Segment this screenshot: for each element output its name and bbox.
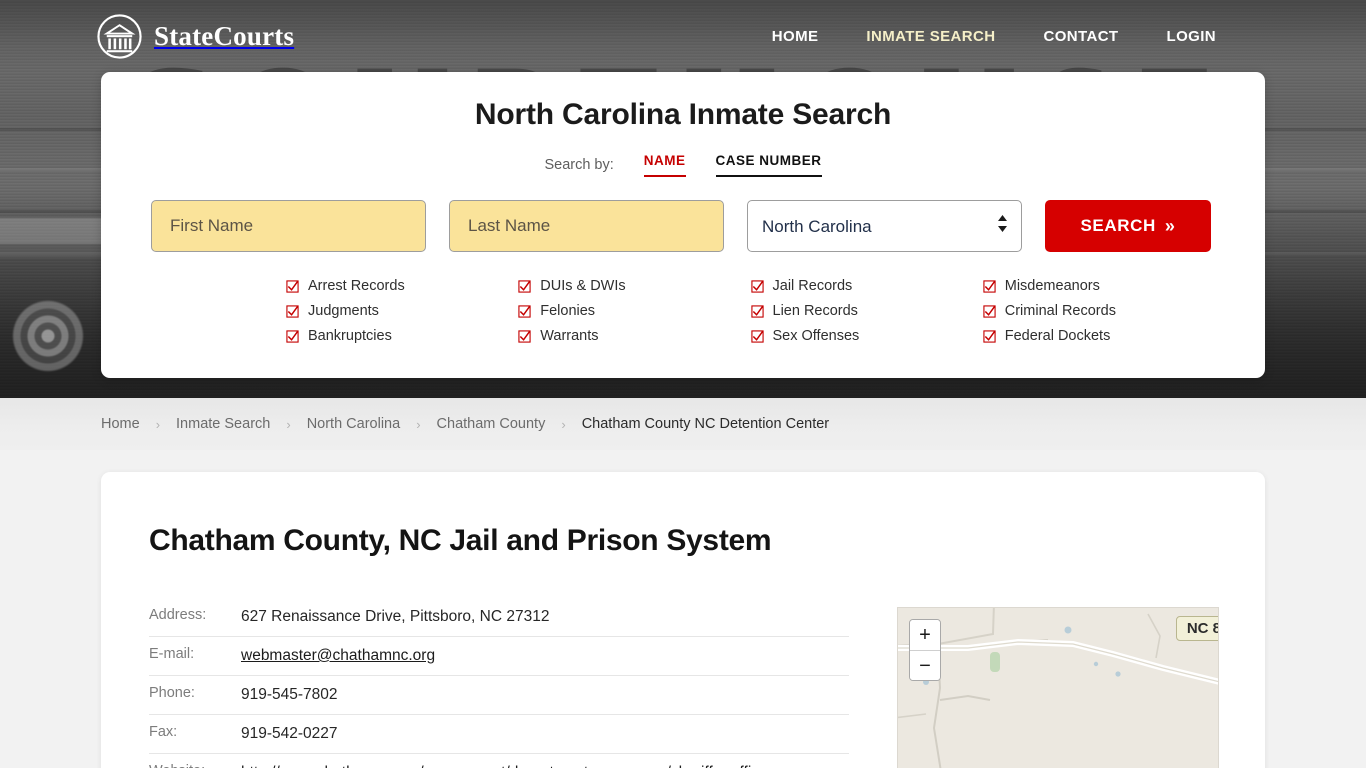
record-type-item[interactable]: Sex Offenses [750,328,983,344]
breadcrumb-separator-icon: › [286,416,291,432]
record-type-label: Criminal Records [1004,303,1116,319]
detail-row-address: Address: 627 Renaissance Drive, Pittsbor… [149,607,849,636]
nav-item-login[interactable]: LOGIN [1167,28,1217,45]
first-name-input[interactable] [151,200,426,252]
detail-row-website: Website: http://www.chathamnc.org/govern… [149,752,849,768]
breadcrumb-separator-icon: › [416,416,421,432]
search-button-label: SEARCH [1080,216,1156,235]
location-map[interactable]: + − NC 8 [897,607,1219,768]
detail-label: Website: [149,763,241,768]
breadcrumb-item-current: Chatham County NC Detention Center [581,416,830,432]
facility-details-table: Address: 627 Renaissance Drive, Pittsbor… [149,607,849,768]
map-zoom-out-button[interactable]: − [910,650,940,680]
tab-search-by-name[interactable]: NAME [643,153,686,177]
breadcrumb-item-chatham-county[interactable]: Chatham County [437,416,546,432]
courthouse-circle-logo-icon [96,13,143,60]
breadcrumb-item-inmate-search[interactable]: Inmate Search [176,416,270,432]
record-type-item[interactable]: Warrants [518,328,750,344]
search-form-row: North Carolina SEARCH » [151,200,1215,252]
record-type-item[interactable]: Misdemeanors [983,278,1215,294]
detail-value-phone: 919-545-7802 [241,685,338,703]
record-type-label: Jail Records [772,278,853,294]
detail-label: Address: [149,607,207,623]
record-type-label: Judgments [308,303,379,319]
checked-box-icon [750,304,764,318]
record-types-grid: Arrest Records DUIs & DWIs Jail Records … [151,278,1215,344]
record-type-item[interactable]: Jail Records [750,278,983,294]
checked-box-icon [286,279,299,293]
detail-row-phone: Phone: 919-545-7802 [149,674,849,714]
record-type-item[interactable]: Federal Dockets [983,328,1215,344]
search-by-label: Search by: [544,157,614,173]
record-type-item[interactable]: Judgments [286,303,518,319]
checked-box-icon [286,304,299,318]
search-button[interactable]: SEARCH » [1045,200,1211,252]
nav-item-contact[interactable]: CONTACT [1043,28,1118,45]
nav-item-inmate-search[interactable]: INMATE SEARCH [866,28,995,45]
record-type-label: Arrest Records [308,278,405,294]
record-type-item[interactable]: Lien Records [750,303,983,319]
record-type-label: Misdemeanors [1004,278,1100,294]
record-type-item[interactable]: Arrest Records [286,278,518,294]
checked-box-icon [983,329,996,343]
facility-detail-wrapper: Address: 627 Renaissance Drive, Pittsbor… [149,607,1219,768]
detail-value-email: webmaster@chathamnc.org [241,646,435,667]
record-type-label: Bankruptcies [308,328,392,344]
facility-card: Chatham County, NC Jail and Prison Syste… [101,472,1265,768]
map-zoom-controls: + − [909,619,941,681]
detail-value-fax: 919-542-0227 [241,724,338,742]
record-type-item[interactable]: DUIs & DWIs [518,278,750,294]
checked-box-icon [518,329,531,343]
record-type-label: DUIs & DWIs [540,278,626,294]
tab-search-by-case-number[interactable]: CASE NUMBER [715,153,822,177]
checked-box-icon [286,329,299,343]
detail-row-fax: Fax: 919-542-0227 [149,713,849,753]
record-type-label: Warrants [540,328,599,344]
checked-box-icon [518,279,531,293]
state-select-wrapper: North Carolina [747,200,1022,252]
checked-box-icon [518,304,531,318]
search-by-row: Search by: NAME CASE NUMBER [151,153,1215,177]
nav-item-home[interactable]: HOME [772,28,819,45]
record-type-item[interactable]: Bankruptcies [286,328,518,344]
page-title: Chatham County, NC Jail and Prison Syste… [149,524,772,557]
record-type-label: Lien Records [772,303,858,319]
brand-logo-link[interactable]: StateCourts [96,13,294,60]
detail-label: E-mail: [149,645,195,662]
last-name-input[interactable] [449,200,724,252]
state-select[interactable]: North Carolina [747,200,1022,252]
breadcrumb-separator-icon: › [155,416,161,432]
brand-name: StateCourts [154,20,295,51]
breadcrumb: Home › Inmate Search › North Carolina › … [0,398,1366,450]
checked-box-icon [750,329,764,343]
double-chevron-right-icon: » [1164,215,1176,236]
record-type-item[interactable]: Criminal Records [983,303,1215,319]
checked-box-icon [983,304,996,318]
checked-box-icon [983,279,996,293]
breadcrumb-item-north-carolina[interactable]: North Carolina [307,416,401,432]
record-type-label: Felonies [540,303,596,319]
highway-shield-label: NC 8 [1175,616,1218,641]
record-type-item[interactable]: Felonies [518,303,750,319]
breadcrumb-item-home[interactable]: Home [101,416,140,432]
navigation-bar: StateCourts HOME INMATE SEARCH CONTACT L… [0,0,1366,72]
inmate-search-panel: North Carolina Inmate Search Search by: … [101,72,1265,378]
main-nav: HOME INMATE SEARCH CONTACT LOGIN [772,28,1216,45]
record-type-label: Federal Dockets [1004,328,1111,344]
map-zoom-in-button[interactable]: + [910,620,940,650]
detail-label: Fax: [149,723,178,740]
search-panel-title: North Carolina Inmate Search [474,98,892,131]
record-type-label: Sex Offenses [772,328,860,344]
detail-row-email: E-mail: webmaster@chathamnc.org [149,635,849,675]
detail-label: Phone: [149,684,195,701]
detail-value-website: http://www.chathamnc.org/government/depa… [241,763,768,768]
hero-header: COURTHOUSE StateCourts HOME [0,0,1366,398]
email-link[interactable]: webmaster@chathamnc.org [241,647,435,664]
checked-box-icon [750,279,764,293]
website-link[interactable]: http://www.chathamnc.org/government/depa… [241,764,768,768]
content-area: Chatham County, NC Jail and Prison Syste… [0,450,1366,768]
breadcrumb-separator-icon: › [561,416,566,432]
detail-value-address: 627 Renaissance Drive, Pittsboro, NC 273… [241,608,550,625]
